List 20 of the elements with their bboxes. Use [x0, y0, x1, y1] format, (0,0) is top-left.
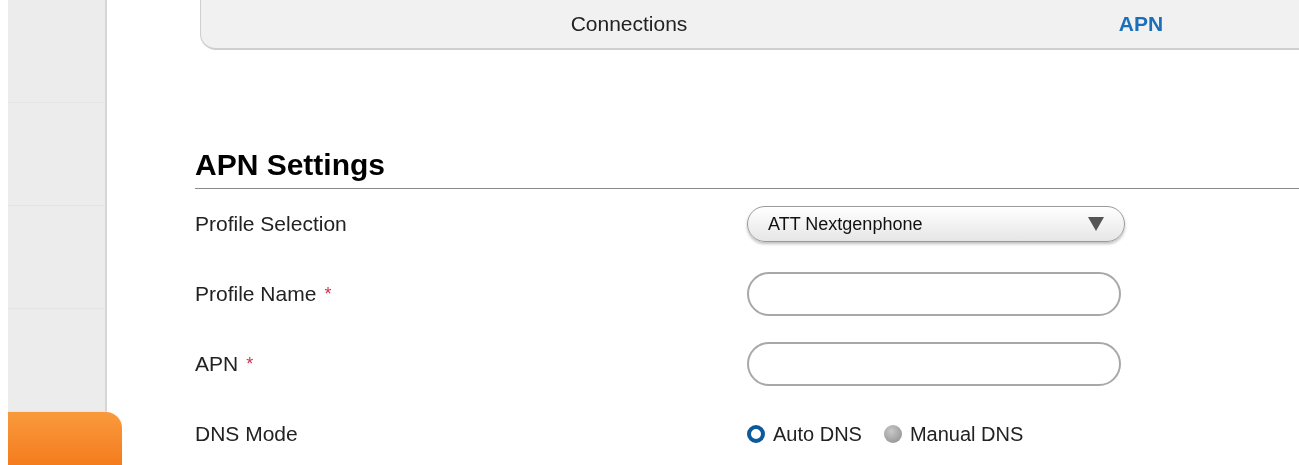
- field-label: Profile Name: [195, 281, 317, 308]
- text-input-field[interactable]: [747, 272, 1121, 316]
- dns-mode-radio[interactable]: Auto DNS: [747, 419, 862, 449]
- tab[interactable]: APN: [882, 0, 1299, 48]
- field-label: DNS Mode: [195, 421, 298, 448]
- sidebar-item[interactable]: [8, 0, 107, 103]
- required-mark: *: [246, 352, 254, 376]
- profile-dropdown[interactable]: ATT Nextgenphone: [747, 206, 1125, 242]
- dns-mode-radio[interactable]: Manual DNS: [883, 419, 1024, 449]
- sidebar-item[interactable]: [8, 103, 107, 206]
- text-input-field[interactable]: [747, 342, 1121, 386]
- sidebar-item[interactable]: [8, 206, 107, 309]
- sidebar-item[interactable]: [8, 309, 107, 412]
- dropdown-arrow-icon: [1088, 217, 1104, 231]
- field-label: Profile Selection: [195, 211, 347, 238]
- section-title: APN Settings: [195, 147, 387, 183]
- field-label: APN: [195, 351, 239, 378]
- required-mark: *: [324, 282, 332, 306]
- sidebar-item[interactable]: [8, 412, 122, 465]
- tab[interactable]: Connections: [376, 0, 882, 48]
